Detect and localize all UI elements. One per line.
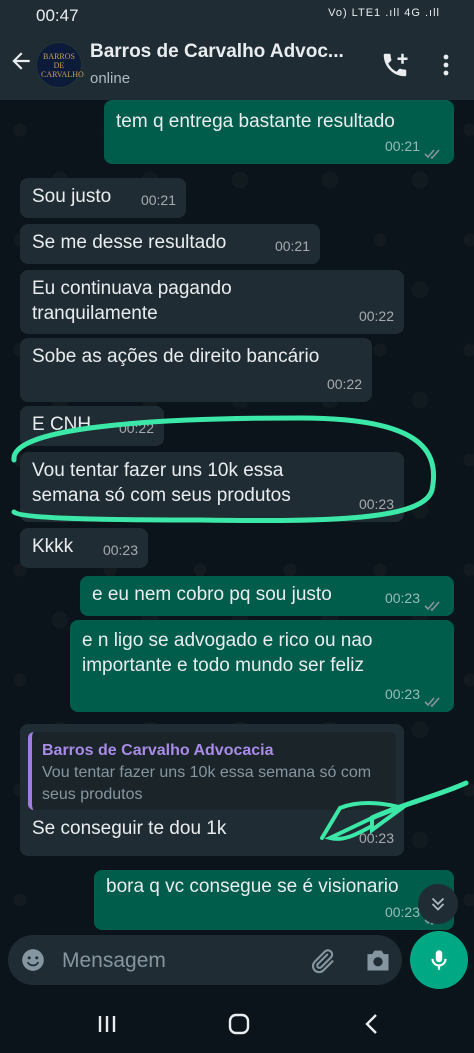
- read-ticks-icon: [424, 601, 440, 612]
- message-bubble-out[interactable]: e eu nem cobro pq sou justo 00:23: [80, 576, 454, 616]
- contact-name[interactable]: Barros de Carvalho Advoc...: [90, 41, 368, 63]
- read-ticks-icon: [424, 697, 440, 708]
- message-text: Sobe as ações de direito bancário: [32, 346, 320, 367]
- message-time: 00:22: [118, 420, 154, 436]
- chat-header: BARROS DE CARVALHO Barros de Carvalho Ad…: [0, 32, 474, 100]
- message-bubble-in[interactable]: Se me desse resultado 00:21: [20, 224, 320, 264]
- quoted-message[interactable]: Barros de Carvalho Advocacia Vou tentar …: [28, 732, 396, 810]
- message-text: tem q entrega bastante resultado: [116, 111, 395, 132]
- more-vert-icon[interactable]: [436, 50, 456, 80]
- message-text: e n ligo se advogado e rico ou nao impor…: [82, 630, 373, 676]
- message-text: Se conseguir te dou 1k: [32, 818, 227, 839]
- back-nav-icon[interactable]: [358, 1009, 388, 1039]
- quoted-author: Barros de Carvalho Advocacia: [42, 742, 274, 759]
- attach-icon[interactable]: [308, 947, 336, 975]
- contact-status: online: [90, 70, 131, 87]
- message-composer: [8, 935, 402, 985]
- message-bubble-out[interactable]: tem q entrega bastante resultado 00:21: [104, 100, 454, 164]
- message-bubble-in[interactable]: Sobe as ações de direito bancário 00:22: [20, 338, 372, 402]
- message-time: 00:21: [140, 192, 176, 208]
- emoji-icon[interactable]: [20, 947, 46, 973]
- message-time: 00:23: [384, 686, 420, 702]
- message-time: 00:21: [384, 138, 420, 154]
- message-bubble-out[interactable]: bora q vc consegue se é visionario 00:23: [94, 870, 454, 930]
- status-bar: 00:47 Vo) LTE1 .ıll 4G .ıll: [0, 0, 474, 32]
- message-input[interactable]: [60, 945, 294, 977]
- message-time: 00:21: [274, 238, 310, 254]
- message-time: 00:23: [384, 590, 420, 606]
- message-bubble-in[interactable]: Sou justo 00:21: [20, 178, 186, 218]
- message-text: Vou tentar fazer uns 10k essa semana só …: [32, 460, 291, 506]
- message-time: 00:23: [358, 496, 394, 512]
- read-ticks-icon: [424, 149, 440, 160]
- message-bubble-out[interactable]: e n ligo se advogado e rico ou nao impor…: [70, 620, 454, 712]
- message-time: 00:23: [358, 830, 394, 846]
- avatar-logo-text: BARROS DE CARVALHO: [41, 51, 84, 79]
- system-nav-bar: [0, 995, 474, 1053]
- message-bubble-in[interactable]: E CNH 00:22: [20, 406, 164, 446]
- message-time: 00:22: [358, 308, 394, 324]
- chevrons-down-icon: [431, 897, 445, 911]
- message-time: 00:23: [102, 542, 138, 558]
- camera-icon[interactable]: [364, 947, 392, 973]
- message-bubble-in-reply[interactable]: Barros de Carvalho Advocacia Vou tentar …: [20, 724, 404, 856]
- mic-button[interactable]: [410, 931, 468, 989]
- quoted-text: Vou tentar fazer uns 10k essa semana só …: [42, 764, 372, 803]
- back-arrow-icon[interactable]: [8, 48, 34, 81]
- mic-icon: [431, 950, 447, 970]
- chat-area[interactable]: tem q entrega bastante resultado 00:21 S…: [0, 100, 474, 935]
- message-text: Eu continuava pagando tranquilamente: [32, 278, 232, 324]
- message-bubble-in[interactable]: Vou tentar fazer uns 10k essa semana só …: [20, 452, 404, 522]
- message-time: 00:23: [384, 904, 420, 920]
- status-indicators: Vo) LTE1 .ıll 4G .ıll: [328, 7, 440, 19]
- add-call-icon[interactable]: [380, 50, 410, 80]
- message-text: bora q vc consegue se é visionario: [106, 876, 399, 897]
- message-bubble-in[interactable]: Eu continuava pagando tranquilamente 00:…: [20, 270, 404, 334]
- recents-icon[interactable]: [92, 1009, 122, 1039]
- avatar[interactable]: BARROS DE CARVALHO: [36, 42, 84, 88]
- status-time: 00:47: [36, 6, 79, 25]
- home-icon[interactable]: [224, 1009, 254, 1039]
- scroll-to-bottom-button[interactable]: [418, 884, 458, 924]
- message-bubble-in[interactable]: Kkkk 00:23: [20, 528, 148, 568]
- message-time: 00:22: [326, 376, 362, 392]
